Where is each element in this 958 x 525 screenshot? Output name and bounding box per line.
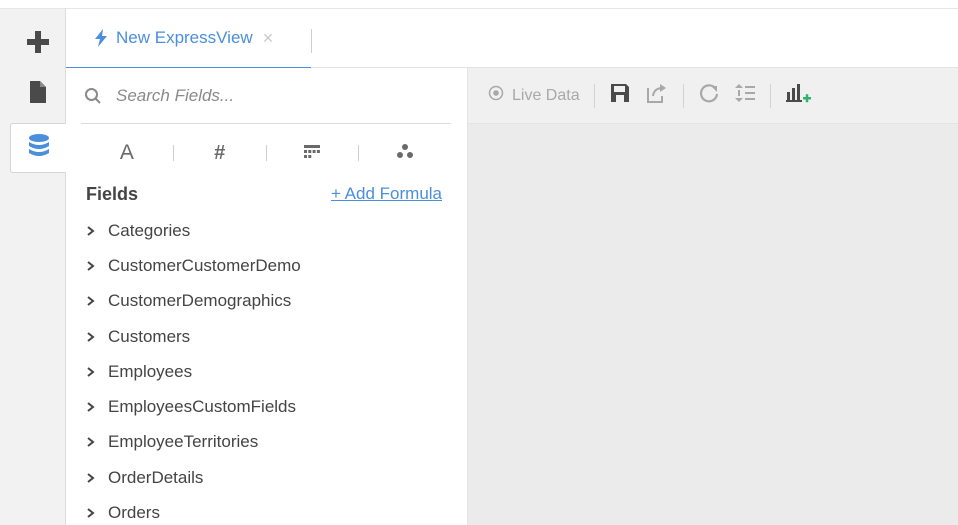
field-group-customerdemographics[interactable]: CustomerDemographics xyxy=(86,284,446,319)
chevron-right-icon[interactable] xyxy=(86,225,106,236)
live-data-label: Live Data xyxy=(512,86,580,104)
date-type-filter[interactable] xyxy=(267,136,359,170)
field-group-label: EmployeeTerritories xyxy=(108,432,259,452)
geo-type-icon xyxy=(396,142,414,165)
field-group-label: Orders xyxy=(108,503,160,523)
field-group-categories[interactable]: Categories xyxy=(86,213,446,248)
database-icon xyxy=(27,133,51,164)
chevron-right-icon[interactable] xyxy=(86,261,106,271)
tab-divider xyxy=(311,29,312,53)
field-group-employees[interactable]: Employees xyxy=(86,354,446,389)
field-group-label: OrderDetails xyxy=(108,467,204,487)
radio-icon xyxy=(488,85,504,106)
share-icon xyxy=(645,82,669,109)
tab-bar: New ExpressView × xyxy=(66,8,958,69)
add-chart-button[interactable] xyxy=(785,80,813,111)
report-canvas[interactable] xyxy=(468,124,958,525)
save-button[interactable] xyxy=(609,82,631,109)
field-group-employeescustomfields[interactable]: EmployeesCustomFields xyxy=(86,389,446,424)
rail-add-button[interactable] xyxy=(10,19,66,69)
field-group-orderdetails[interactable]: OrderDetails xyxy=(86,460,446,495)
chevron-right-icon[interactable] xyxy=(86,367,106,377)
text-type-icon: A xyxy=(119,141,134,164)
toolbar-divider xyxy=(593,83,595,108)
field-list: Categories CustomerCustomerDemo Customer… xyxy=(86,213,446,525)
field-group-label: Employees xyxy=(108,361,193,381)
live-data-toggle[interactable]: Live Data xyxy=(488,85,580,106)
field-group-label: Categories xyxy=(108,220,191,240)
rail-document-button[interactable] xyxy=(10,69,66,119)
fields-panel: A # xyxy=(66,68,468,525)
field-group-employeeterritories[interactable]: EmployeeTerritories xyxy=(86,425,446,460)
close-icon[interactable]: × xyxy=(263,28,274,49)
fields-header: Fields + Add Formula xyxy=(86,180,442,208)
fields-title: Fields xyxy=(86,183,139,204)
numeric-type-icon: # xyxy=(214,141,226,164)
chevron-right-icon[interactable] xyxy=(86,331,106,342)
field-group-label: Customers xyxy=(108,326,191,346)
numeric-type-filter[interactable]: # xyxy=(174,136,266,170)
refresh-icon xyxy=(698,82,720,109)
search-icon xyxy=(84,87,102,105)
chevron-right-icon[interactable] xyxy=(86,508,106,518)
toolbar-divider xyxy=(682,83,684,108)
plus-icon xyxy=(26,30,50,59)
sort-button[interactable] xyxy=(734,82,756,109)
chevron-right-icon[interactable] xyxy=(86,437,106,448)
left-rail xyxy=(0,8,67,525)
rail-data-button[interactable] xyxy=(10,123,67,173)
save-icon xyxy=(609,82,631,109)
document-icon xyxy=(28,80,48,109)
geo-type-filter[interactable] xyxy=(359,136,451,170)
field-group-orders[interactable]: Orders xyxy=(86,495,446,525)
expressview-app: New ExpressView × A # xyxy=(0,0,958,525)
field-group-customercustomerdemo[interactable]: CustomerCustomerDemo xyxy=(86,248,446,283)
refresh-button[interactable] xyxy=(698,82,720,109)
chevron-right-icon[interactable] xyxy=(86,402,106,412)
field-group-customers[interactable]: Customers xyxy=(86,319,446,354)
field-group-label: CustomerCustomerDemo xyxy=(108,255,301,275)
tab-new-expressview[interactable]: New ExpressView × xyxy=(66,9,311,69)
search-input[interactable] xyxy=(114,84,434,107)
toolbar-divider xyxy=(769,83,771,108)
report-toolbar: Live Data xyxy=(468,68,958,124)
field-group-label: CustomerDemographics xyxy=(108,291,292,311)
chevron-right-icon[interactable] xyxy=(86,296,106,307)
add-chart-icon xyxy=(785,80,813,111)
text-type-filter[interactable]: A xyxy=(81,136,173,170)
chevron-right-icon[interactable] xyxy=(86,472,106,483)
search-bar xyxy=(81,68,451,124)
tab-label: New ExpressView xyxy=(116,28,253,47)
share-button[interactable] xyxy=(645,82,669,109)
date-type-icon xyxy=(304,142,321,165)
lightning-icon xyxy=(94,29,108,47)
field-type-filters: A # xyxy=(81,136,451,170)
field-group-label: EmployeesCustomFields xyxy=(108,397,297,417)
add-formula-link[interactable]: + Add Formula xyxy=(331,184,442,204)
sort-icon xyxy=(734,82,756,109)
